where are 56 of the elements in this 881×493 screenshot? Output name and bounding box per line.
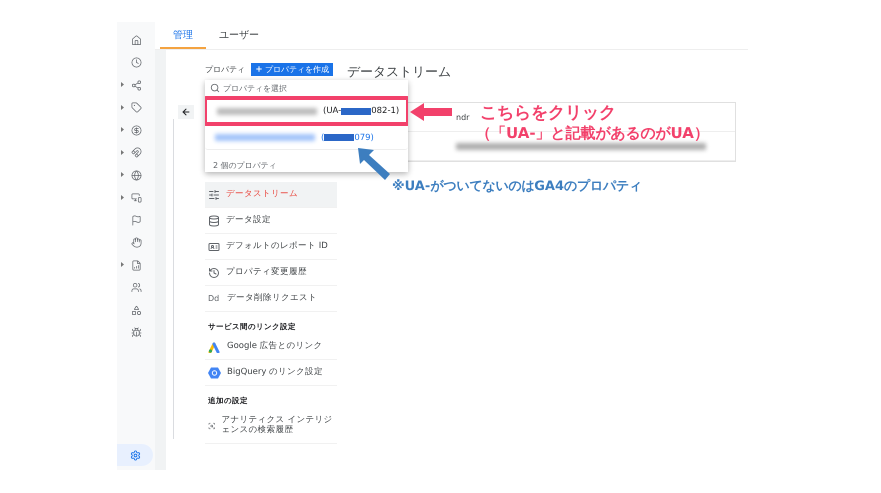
users-icon[interactable] bbox=[130, 282, 142, 294]
shapes-icon[interactable] bbox=[130, 304, 142, 316]
database-icon bbox=[208, 214, 220, 226]
flag-icon[interactable] bbox=[130, 214, 142, 226]
tag-icon[interactable] bbox=[130, 102, 142, 114]
caret-icon[interactable] bbox=[121, 127, 124, 132]
caret-icon[interactable] bbox=[121, 172, 124, 177]
property-count: 2 個のプロパティ bbox=[212, 160, 277, 171]
menu-item[interactable]: デフォルトのレポート ID bbox=[205, 234, 337, 260]
dollar-icon[interactable] bbox=[130, 124, 142, 136]
plus-icon bbox=[255, 65, 263, 73]
hand-icon[interactable] bbox=[130, 237, 142, 248]
hexagon-logo-icon bbox=[208, 366, 221, 378]
annotation-text: （「UA-」と記載があるのがUA） bbox=[476, 124, 709, 143]
caret-icon[interactable] bbox=[121, 150, 124, 154]
dd-icon-text: Dd bbox=[208, 294, 220, 304]
search-icon bbox=[210, 83, 220, 93]
arrow-left-icon bbox=[410, 103, 452, 121]
share-icon[interactable] bbox=[130, 80, 142, 91]
annotation-text: こちらをクリック bbox=[480, 102, 616, 124]
page-heading: データストリーム bbox=[347, 64, 452, 81]
menu-item[interactable]: データ設定 bbox=[205, 208, 337, 234]
property-option[interactable]: ( 079) bbox=[205, 126, 408, 150]
menu-item[interactable]: Google 広告とのリンク bbox=[205, 334, 337, 360]
menu-item[interactable]: アナリティクス インテリジェンスの検索履歴 bbox=[205, 408, 337, 444]
property-option[interactable]: (UA- 082-1) bbox=[205, 96, 408, 126]
home-icon[interactable] bbox=[130, 34, 142, 46]
tab[interactable]: ユーザー bbox=[206, 22, 272, 49]
menu-item[interactable]: プロパティ変更履歴 bbox=[205, 260, 337, 286]
id-card-icon bbox=[208, 240, 220, 252]
sliders-icon bbox=[208, 188, 220, 200]
search-field[interactable]: プロパティを選択 bbox=[205, 80, 408, 96]
annotation-text: ※UA-がついてないのはGA4のプロパティ bbox=[392, 178, 642, 195]
history-icon bbox=[208, 266, 220, 278]
settings-button[interactable] bbox=[117, 444, 153, 466]
report-icon[interactable] bbox=[130, 260, 142, 271]
arrow-up-left-icon bbox=[358, 148, 390, 180]
caret-icon[interactable] bbox=[121, 82, 124, 87]
clock-icon[interactable] bbox=[130, 57, 142, 68]
menu-item[interactable]: データストリーム bbox=[205, 182, 337, 208]
back-arrow-icon bbox=[180, 107, 190, 117]
magnet-icon[interactable] bbox=[130, 147, 142, 158]
caret-icon[interactable] bbox=[121, 104, 124, 110]
devices-icon[interactable] bbox=[130, 192, 142, 204]
ads-logo-icon bbox=[208, 340, 221, 352]
caret-icon[interactable] bbox=[121, 262, 124, 267]
back-button[interactable] bbox=[178, 105, 194, 119]
globe-icon[interactable] bbox=[130, 170, 142, 181]
property-label: プロパティ bbox=[205, 64, 245, 74]
menu-item[interactable]: Dd データ削除リクエスト bbox=[205, 286, 337, 312]
bug-icon[interactable] bbox=[130, 327, 142, 338]
create-property-button[interactable]: プロパティを作成 bbox=[251, 62, 333, 76]
cut-text: ndr bbox=[456, 112, 470, 122]
gear-icon bbox=[130, 450, 140, 460]
menu-item[interactable]: BigQuery のリンク設定 bbox=[205, 360, 337, 386]
caret-icon[interactable] bbox=[121, 194, 124, 200]
